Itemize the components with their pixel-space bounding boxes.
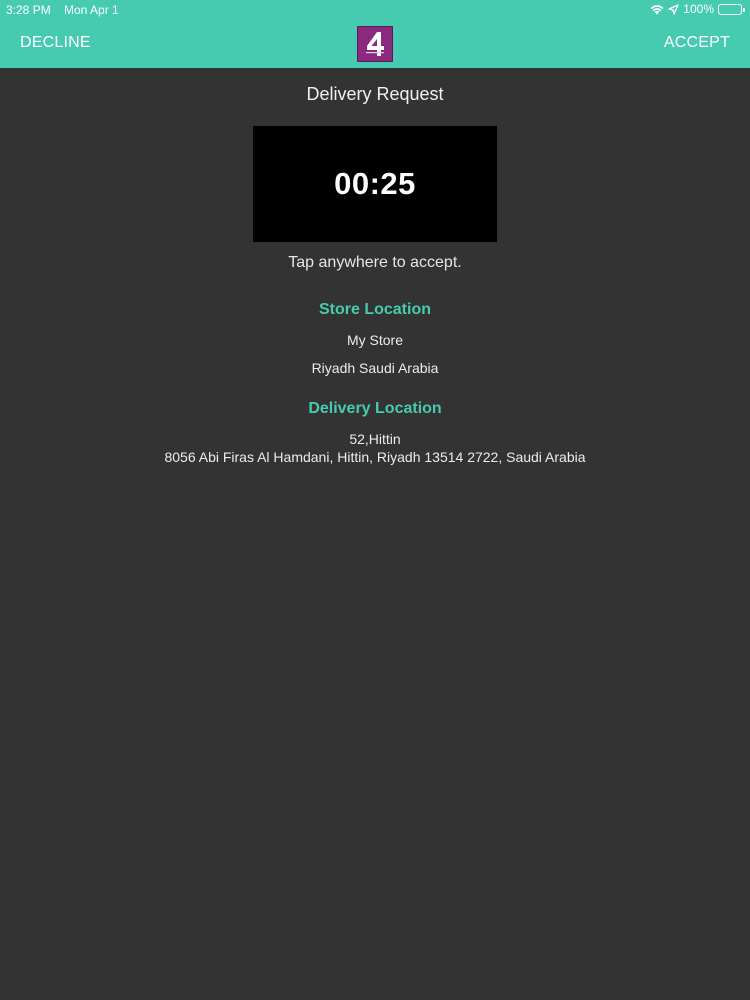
- battery-icon: [718, 3, 745, 15]
- delivery-address-line1: 52,Hittin: [349, 431, 401, 447]
- countdown-value: 00:25: [334, 166, 416, 201]
- location-arrow-icon: [668, 3, 679, 15]
- delivery-location-heading: Delivery Location: [308, 400, 442, 417]
- store-name: My Store: [346, 332, 403, 348]
- wifi-icon: [650, 4, 664, 15]
- countdown-timer: 00:25: [253, 126, 497, 242]
- page-title: Delivery Request: [306, 84, 444, 104]
- store-city: Riyadh Saudi Arabia: [311, 360, 439, 376]
- navigation-bar: 3:28 PM Mon Apr 1 100% DECLINE ACCEPT: [0, 0, 750, 68]
- store-location-heading: Store Location: [318, 301, 431, 318]
- status-bar: 3:28 PM Mon Apr 1 100%: [0, 0, 750, 20]
- status-indicators: 100%: [650, 2, 745, 16]
- tap-to-accept-hint: Tap anywhere to accept.: [288, 254, 462, 271]
- status-time: 3:28 PM: [6, 3, 51, 17]
- accept-button[interactable]: ACCEPT: [664, 34, 730, 52]
- app-logo-icon: [357, 26, 393, 62]
- decline-button[interactable]: DECLINE: [20, 34, 91, 52]
- status-date: Mon Apr 1: [64, 3, 119, 17]
- battery-percentage: 100%: [683, 2, 714, 16]
- delivery-address-line2: 8056 Abi Firas Al Hamdani, Hittin, Riyad…: [164, 449, 586, 465]
